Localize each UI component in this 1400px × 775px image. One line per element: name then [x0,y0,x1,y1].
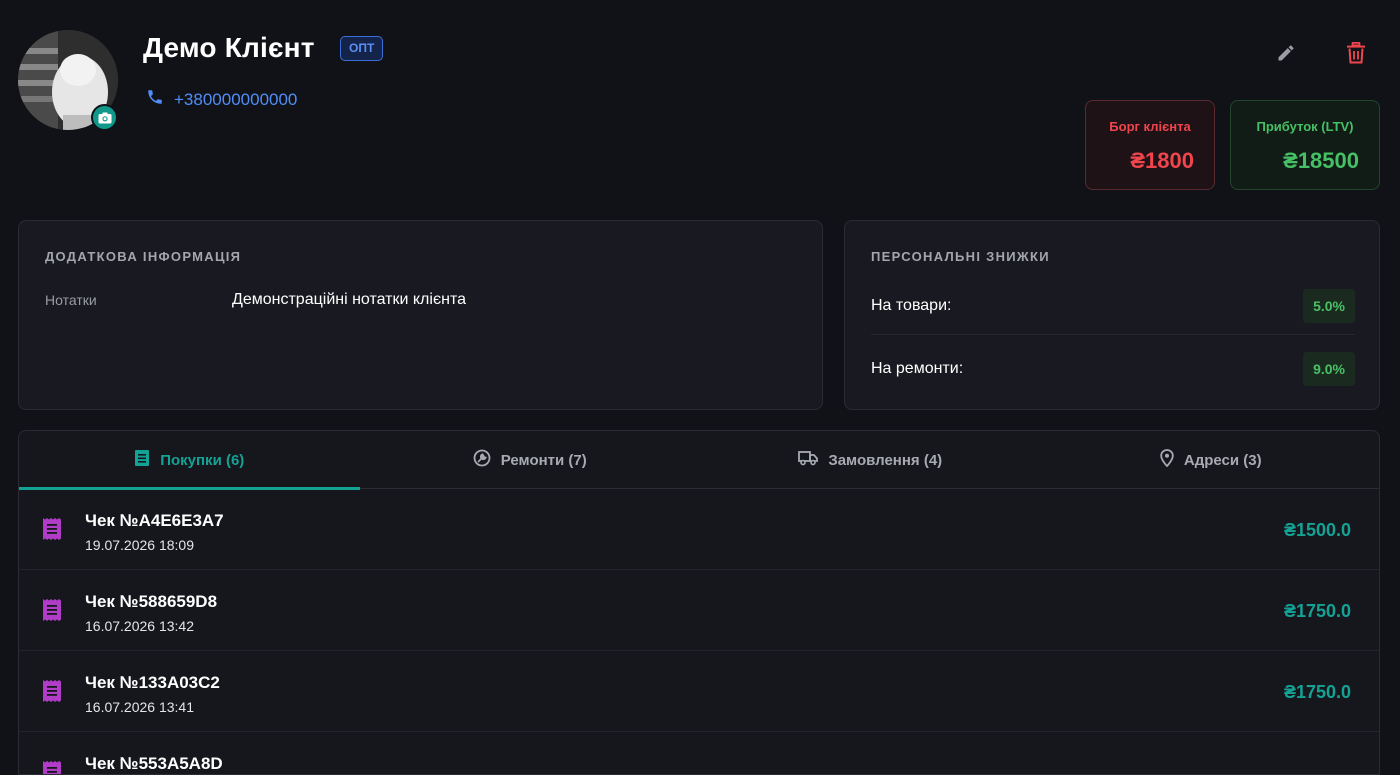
tab-addresses[interactable]: Адреси (3) [1041,431,1380,489]
additional-info-panel: ДОДАТКОВА ІНФОРМАЦІЯ Нотатки Демонстраці… [18,220,823,410]
ltv-card: Прибуток (LTV) ₴18500 [1230,100,1380,190]
tab-label: Адреси (3) [1183,451,1262,469]
notes-value: Демонстраційні нотатки клієнта [232,291,466,308]
receipt-amount: ₴1750.0 [1283,682,1351,702]
trash-icon [1346,41,1366,69]
receipt-title: Чек №133A03C2 [85,673,220,692]
purchase-row[interactable]: Чек №133A03C2 16.07.2026 13:41 ₴1750.0 [19,651,1379,732]
tab-bar: Покупки (6) Ремонти (7) Замовлення (4) А… [19,431,1380,490]
discount-row-repairs: На ремонти: 9.0% [871,349,1355,389]
ltv-value: ₴18500 [1283,148,1359,173]
purchase-row[interactable]: Чек №553A5A8D [19,732,1379,774]
receipt-amount: ₴1750.0 [1283,601,1351,621]
receipt-icon [41,598,63,627]
camera-icon[interactable] [91,104,118,131]
receipt-icon [134,449,150,471]
phone-icon [146,88,164,111]
delete-button[interactable] [1339,38,1373,72]
receipt-title: Чек №A4E6E3A7 [85,511,224,530]
history-tabs-panel: Покупки (6) Ремонти (7) Замовлення (4) А… [18,430,1380,775]
tab-label: Замовлення (4) [828,451,943,469]
receipt-amount: ₴1500.0 [1283,520,1351,540]
location-pin-icon [1160,449,1174,471]
truck-icon [798,450,819,470]
discount-value: 5.0% [1303,288,1355,323]
debt-label: Борг клієнта [1109,119,1191,134]
discount-row-goods: На товари: 5.0% [871,285,1355,335]
tab-orders[interactable]: Замовлення (4) [700,431,1041,489]
receipt-date: 16.07.2026 13:42 [85,618,194,634]
receipt-date: 19.07.2026 18:09 [85,537,194,553]
client-type-badge: ОПТ [340,36,384,61]
wrench-icon [473,449,491,471]
receipt-icon [41,517,63,546]
phone-number[interactable]: +380000000000 [174,90,297,110]
panel-title: ДОДАТКОВА ІНФОРМАЦІЯ [45,249,242,264]
purchase-row[interactable]: Чек №588659D8 16.07.2026 13:42 ₴1750.0 [19,570,1379,651]
debt-card: Борг клієнта ₴1800 [1085,100,1215,190]
tab-label: Ремонти (7) [500,451,587,469]
personal-discounts-panel: ПЕРСОНАЛЬНІ ЗНИЖКИ На товари: 5.0% На ре… [844,220,1380,410]
discount-label: На ремонти: [871,360,964,377]
tab-label: Покупки (6) [160,451,245,469]
notes-label: Нотатки [45,292,97,308]
phone-row[interactable]: +380000000000 [146,88,297,111]
edit-button[interactable] [1269,38,1303,72]
discount-value: 9.0% [1303,352,1355,386]
receipt-date: 16.07.2026 13:41 [85,699,194,715]
ltv-label: Прибуток (LTV) [1256,119,1354,134]
pencil-icon [1276,43,1296,68]
panel-title: ПЕРСОНАЛЬНІ ЗНИЖКИ [871,249,1050,264]
tab-repairs[interactable]: Ремонти (7) [360,431,701,489]
discount-label: На товари: [871,296,952,314]
avatar[interactable] [18,30,118,131]
purchase-row[interactable]: Чек №A4E6E3A7 19.07.2026 18:09 ₴1500.0 [19,489,1379,570]
receipt-title: Чек №588659D8 [85,592,218,611]
debt-value: ₴1800 [1130,148,1194,173]
client-name: Демо Клієнт [143,32,315,63]
client-header: Демо Клієнт ОПТ +380000000000 Борг клієн… [0,0,1400,200]
receipt-icon [41,760,63,774]
receipt-title: Чек №553A5A8D [85,754,223,773]
receipt-icon [41,679,63,708]
tab-purchases[interactable]: Покупки (6) [19,431,360,490]
